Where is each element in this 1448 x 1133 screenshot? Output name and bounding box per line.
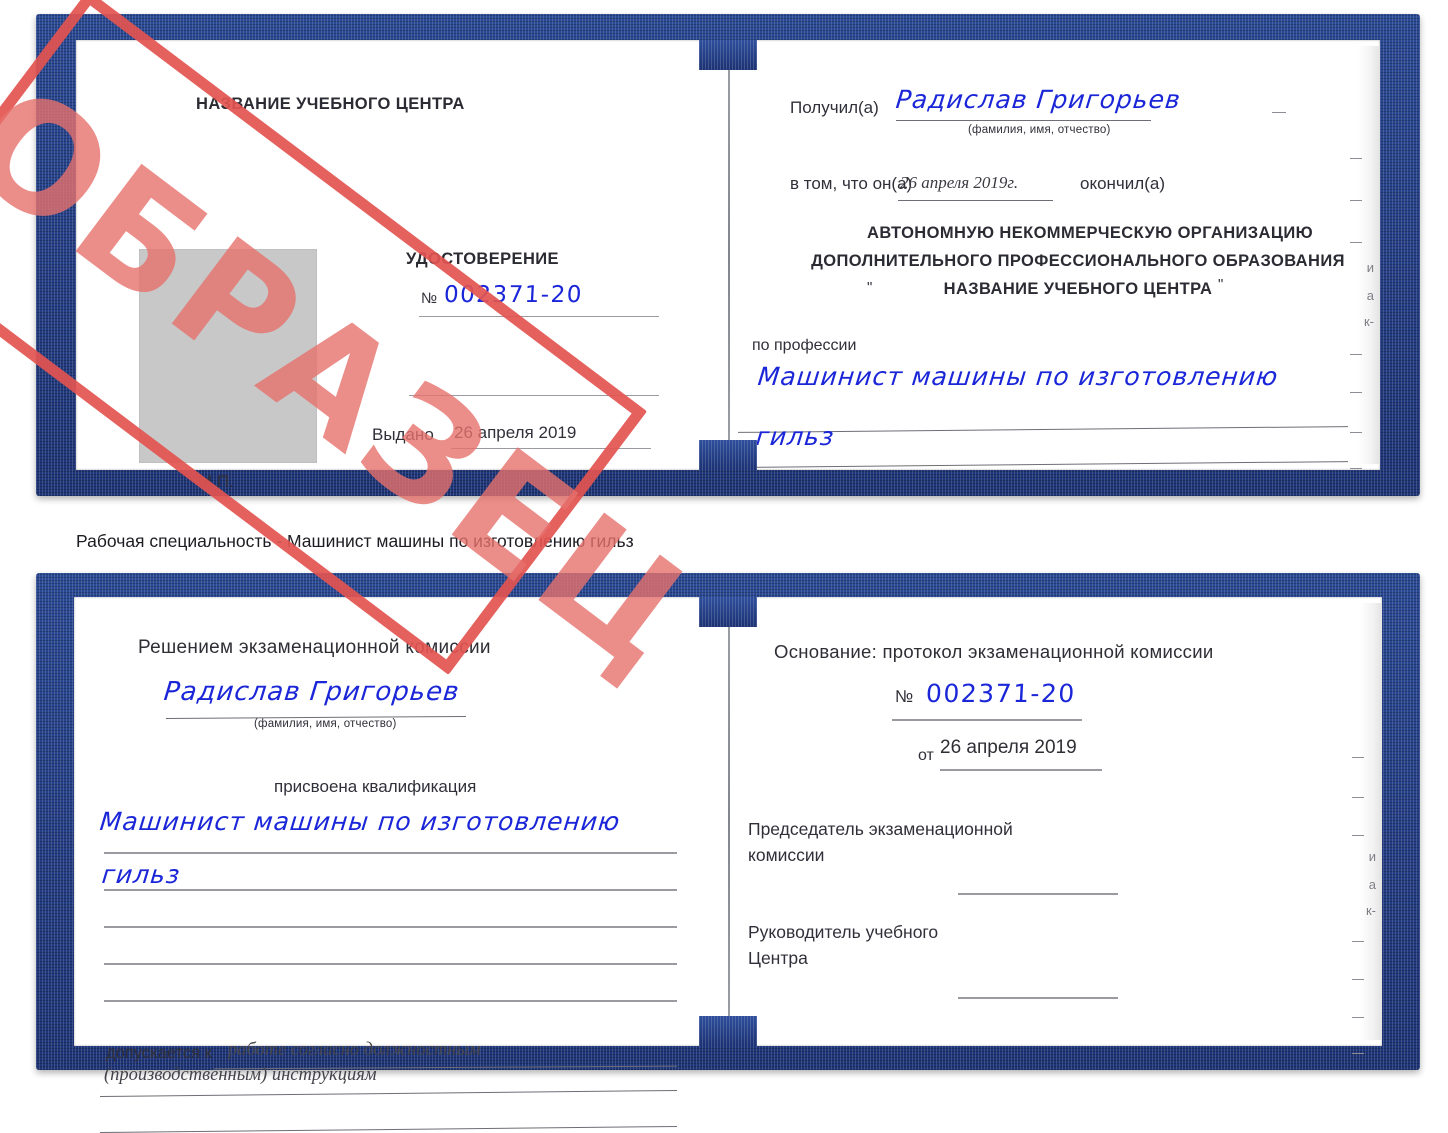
qualification-value-line-2: гильз <box>100 860 182 889</box>
profession-value-line-2: гильз <box>754 422 836 451</box>
margin-dash-1 <box>1350 158 1362 159</box>
from-date-rule <box>940 769 1102 771</box>
chairman-label-line-1: Председатель экзаменационной <box>748 819 1013 839</box>
received-label: Получил(а) <box>790 98 879 117</box>
margin-bleed-glyph-2: а <box>1366 288 1374 303</box>
profession-rule-2 <box>738 461 1348 468</box>
organization-line-3: НАЗВАНИЕ УЧЕБНОГО ЦЕНТРА <box>943 280 1213 298</box>
certificate-cover-top: НАЗВАНИЕ УЧЕБНОГО ЦЕНТРА УДОСТОВЕРЕНИЕ №… <box>36 14 1420 496</box>
protocol-number-rule <box>892 719 1082 721</box>
certificate-number-value: 002371-20 <box>443 282 584 308</box>
gutter-tab-bottom <box>699 440 757 470</box>
top-left-page: НАЗВАНИЕ УЧЕБНОГО ЦЕНТРА УДОСТОВЕРЕНИЕ №… <box>76 40 728 491</box>
qualification-rule-4 <box>104 963 677 965</box>
photo-placeholder <box>140 250 316 462</box>
head-label-line-1: Руководитель учебного <box>748 922 939 942</box>
certificate-pages-bottom: Решением экзаменационной комиссии Радисл… <box>74 597 1382 1133</box>
margin-dash-4 <box>1350 354 1362 355</box>
number-symbol: № <box>421 290 438 307</box>
basis-label: Основание: протокол экзаменационной коми… <box>774 641 1214 662</box>
issued-date-rule <box>451 448 651 449</box>
margin-dash-2 <box>1350 200 1362 201</box>
from-label: от <box>918 747 934 764</box>
chairman-label-line-2: комиссии <box>748 845 825 865</box>
margin-dash-7 <box>1350 468 1362 469</box>
org-quote-close: " <box>1218 276 1224 293</box>
b-margin-dash-5 <box>1352 979 1364 980</box>
head-signature-rule <box>958 997 1118 999</box>
issued-label: Выдано <box>372 425 434 444</box>
qualification-rule-5 <box>104 1000 677 1002</box>
page-caption: Рабочая специальность - Машинист машины … <box>76 531 634 551</box>
name-hint: (фамилия, имя, отчество) <box>968 124 1111 136</box>
completion-date-rule <box>898 200 1053 201</box>
certificate-pages-top: НАЗВАНИЕ УЧЕБНОГО ЦЕНТРА УДОСТОВЕРЕНИЕ №… <box>76 40 1380 491</box>
margin-bleed-glyph-1: и <box>1366 260 1374 275</box>
in-that-label: в том, что он(а) <box>790 174 913 193</box>
received-name-value: Радислав Григорьев <box>894 85 1183 114</box>
b-margin-dash-6 <box>1352 1017 1364 1018</box>
organization-line-1: АВТОНОМНУЮ НЕКОММЕРЧЕСКУЮ ОРГАНИЗАЦИЮ <box>867 224 1313 242</box>
protocol-number-symbol: № <box>895 687 914 706</box>
b-margin-dash-7 <box>1352 1053 1364 1054</box>
admitted-rule-2 <box>100 1089 677 1098</box>
b-margin-dash-2 <box>1352 797 1364 798</box>
admitted-value-line-1: работе согласно должностным <box>228 1040 481 1060</box>
b-margin-bleed-glyph-1: и <box>1368 849 1376 864</box>
organization-line-2: ДОПОЛНИТЕЛЬНОГО ПРОФЕССИОНАЛЬНОГО ОБРАЗО… <box>811 252 1345 270</box>
graduate-name-value: Радислав Григорьев <box>162 677 462 707</box>
received-name-rule <box>896 120 1151 121</box>
protocol-number-value: 002371-20 <box>925 679 1077 708</box>
qualification-value-line-1: Машинист машины по изготовлению <box>98 807 622 836</box>
gutter-tab-top <box>699 40 757 70</box>
qualification-label: присвоена квалификация <box>274 777 477 796</box>
gutter-tab-bottom-top <box>699 597 757 627</box>
finished-label: окончил(а) <box>1080 174 1165 193</box>
bottom-left-page: Решением экзаменационной комиссии Радисл… <box>74 597 728 1133</box>
margin-dash-6 <box>1350 432 1362 433</box>
b-margin-dash-4 <box>1352 941 1364 942</box>
margin-dash-5 <box>1350 392 1362 393</box>
completion-date: 26 апреля 2019г. <box>900 173 1019 192</box>
training-center-heading: НАЗВАНИЕ УЧЕБНОГО ЦЕНТРА <box>196 95 465 113</box>
top-right-page: Получил(а) Радислав Григорьев (фамилия, … <box>728 40 1380 470</box>
number-rule <box>419 316 659 317</box>
decision-heading: Решением экзаменационной комиссии <box>138 637 491 658</box>
gutter-tab-bottom-bottom <box>699 1016 757 1046</box>
b-margin-dash-1 <box>1352 757 1364 758</box>
qualification-rule-2 <box>104 889 677 891</box>
profession-value-line-1: Машинист машины по изготовлению <box>756 362 1280 391</box>
blank-rule-1 <box>409 395 659 396</box>
seal-label: М.П. <box>198 472 234 491</box>
graduate-name-hint: (фамилия, имя, отчество) <box>254 718 397 730</box>
b-margin-bleed-glyph-2: а <box>1368 877 1376 892</box>
admitted-rule-3 <box>100 1125 677 1133</box>
profession-label: по профессии <box>752 337 857 354</box>
qualification-rule-1 <box>104 852 677 854</box>
b-margin-dash-3 <box>1352 835 1364 836</box>
admitted-label: допускается к <box>106 1044 212 1062</box>
chairman-signature-rule <box>958 893 1118 895</box>
admitted-value-line-2: (производственным) инструкциям <box>104 1065 377 1085</box>
head-label-line-2: Центра <box>748 948 808 968</box>
margin-dash-0 <box>1272 112 1286 113</box>
bottom-right-page: Основание: протокол экзаменационной коми… <box>728 597 1382 1054</box>
issued-date: 26 апреля 2019 <box>454 423 577 442</box>
margin-bleed-glyph-3: к- <box>1363 314 1374 329</box>
document-title: УДОСТОВЕРЕНИЕ <box>406 250 559 268</box>
from-date: 26 апреля 2019 <box>940 737 1077 758</box>
certificate-cover-bottom: Решением экзаменационной комиссии Радисл… <box>36 573 1420 1133</box>
margin-dash-3 <box>1350 242 1362 243</box>
qualification-rule-3 <box>104 926 677 928</box>
b-margin-bleed-glyph-3: к- <box>1365 903 1376 918</box>
